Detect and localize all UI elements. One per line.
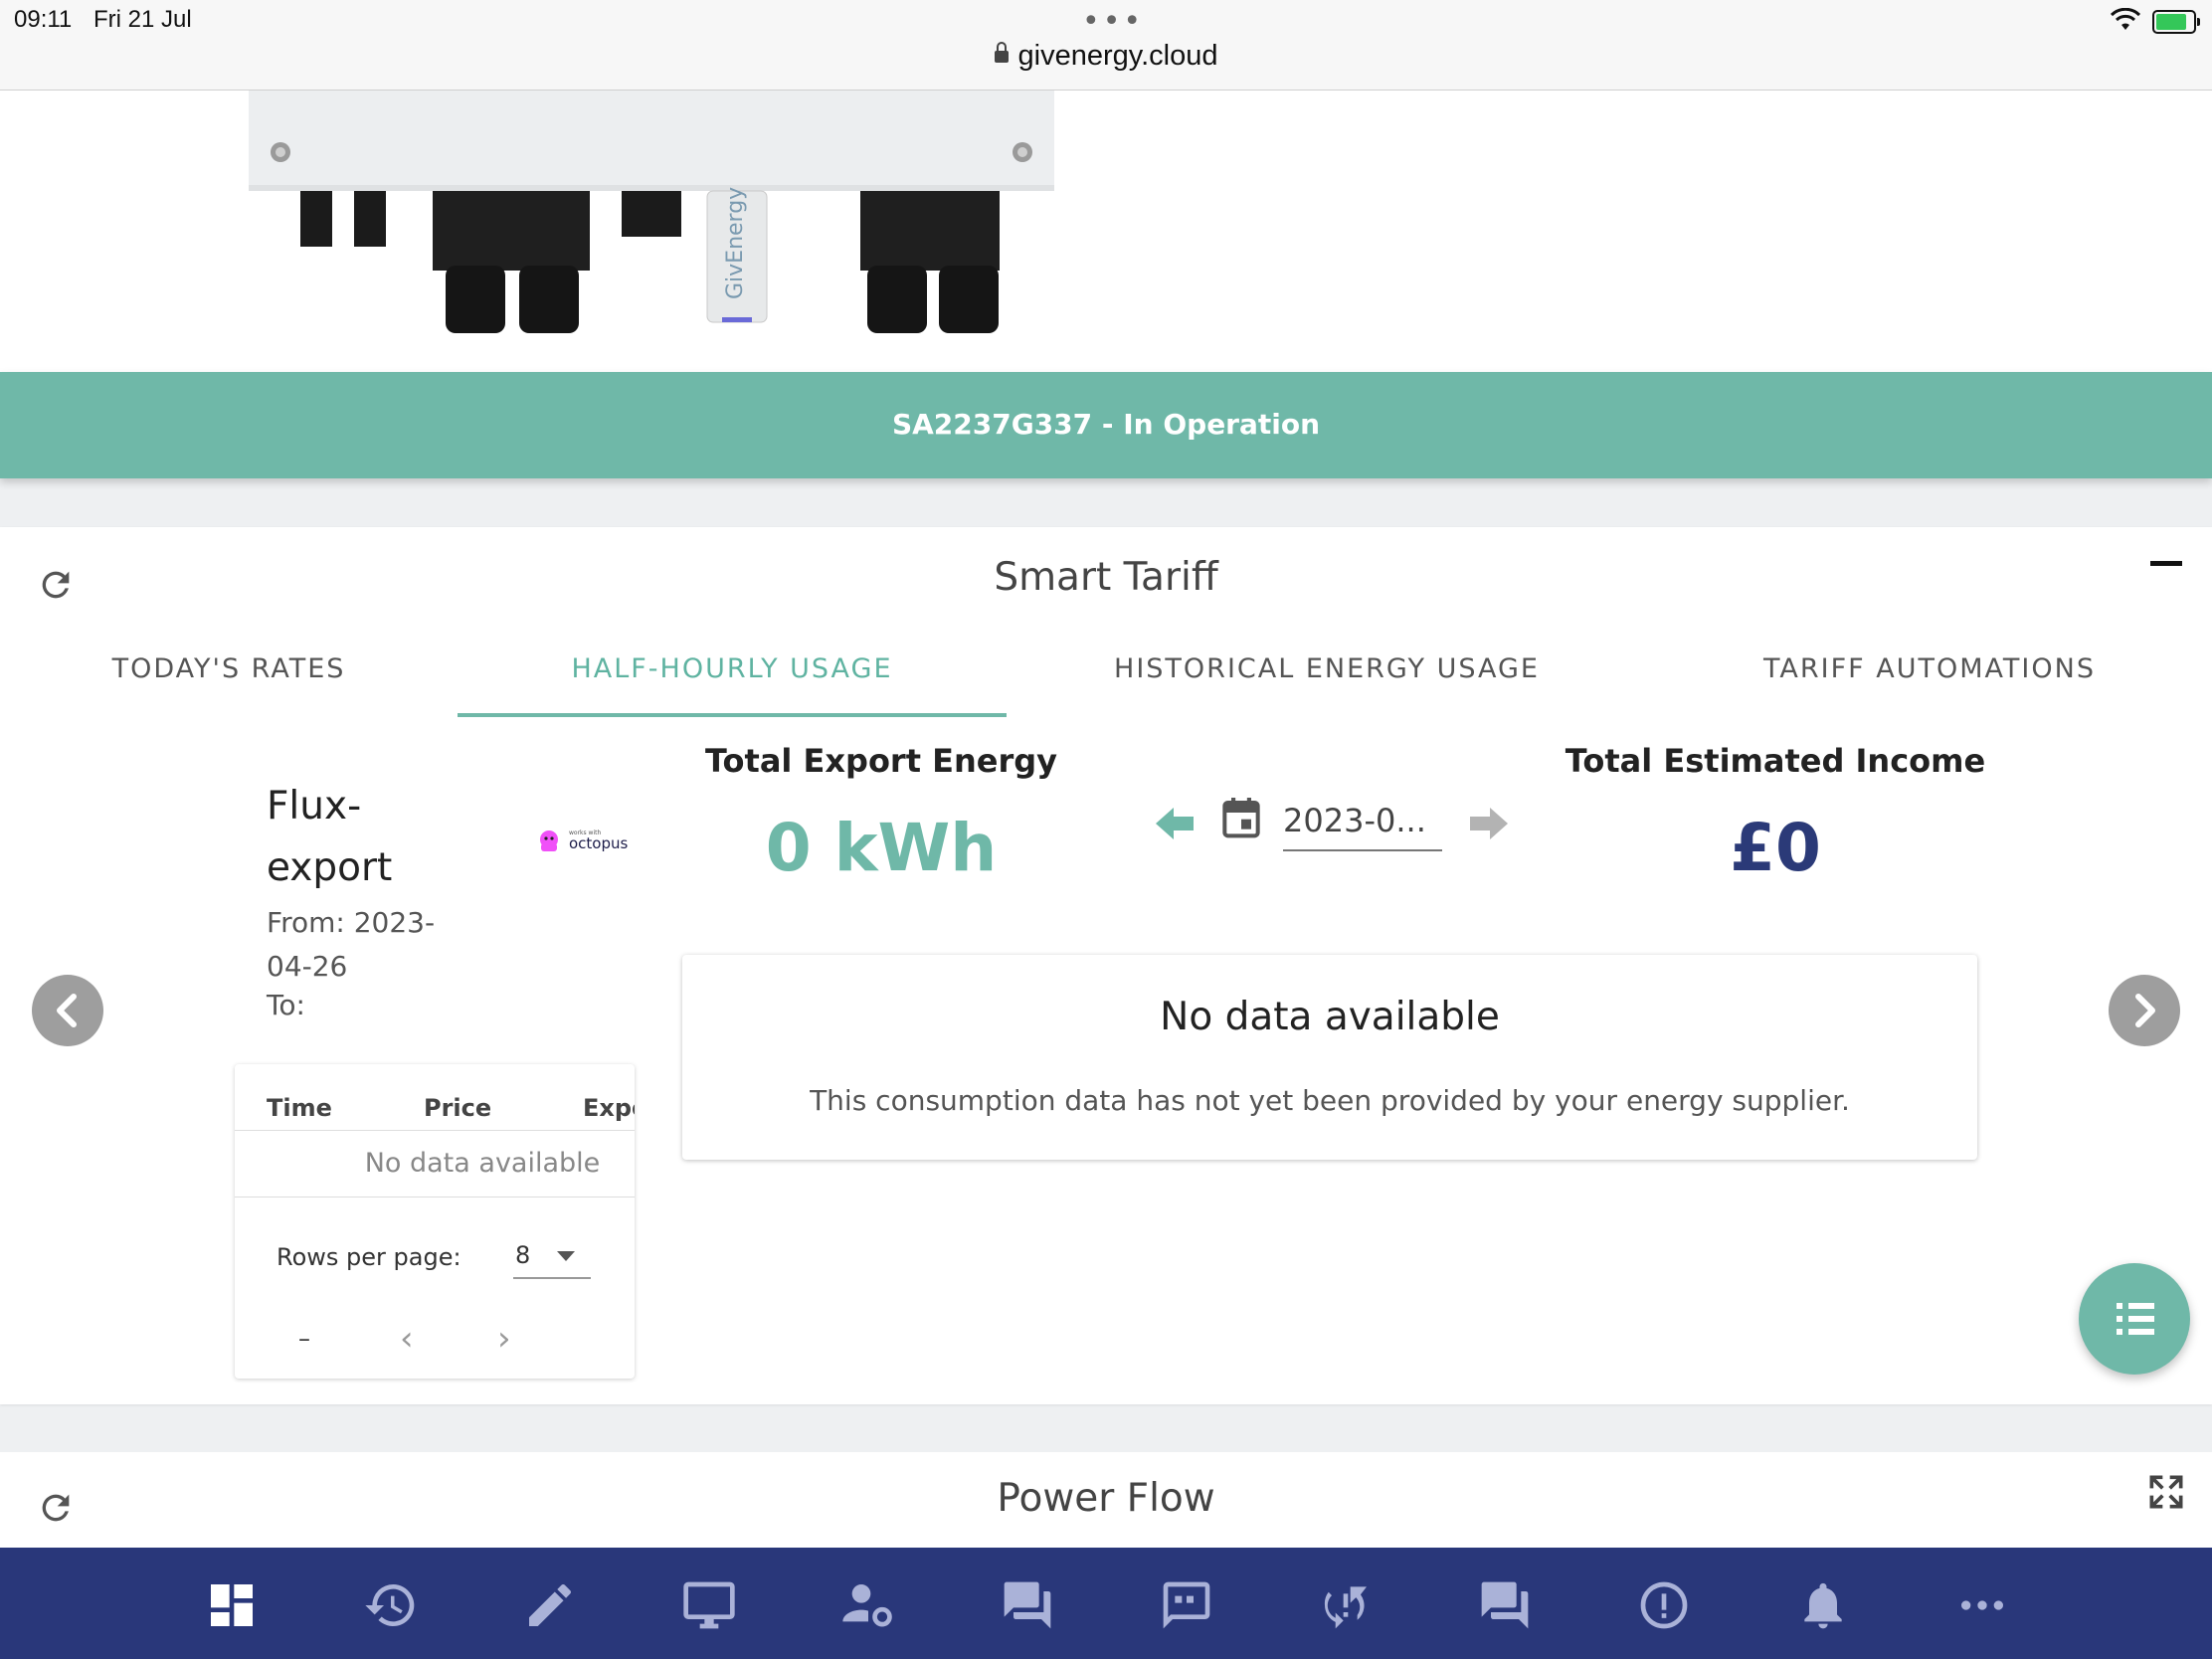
edit-icon[interactable] [522, 1577, 578, 1633]
sync-alert-icon[interactable] [1318, 1577, 1374, 1633]
chevron-left-icon [57, 994, 77, 1027]
clock-date: Fri 21 Jul [93, 6, 192, 33]
fullscreen-icon[interactable] [2144, 1470, 2188, 1514]
lock-icon [994, 42, 1009, 63]
tariff-to-date: To: [267, 989, 305, 1021]
rows-per-page-value: 8 [515, 1241, 531, 1269]
card-title: Smart Tariff [994, 555, 1218, 600]
browser-status-bar: 09:11 Fri 21 Jul ••• givenergy.cloud [0, 0, 2212, 91]
tariff-from-date: From: 2023-04-26 [267, 906, 436, 983]
dongle-label: GivEnergy [723, 187, 748, 299]
smart-tariff-card: Smart Tariff TODAY'S RATES HALF-HOURLY U… [0, 527, 2212, 1404]
rows-per-page-label: Rows per page: [276, 1243, 461, 1271]
history-icon[interactable] [363, 1577, 419, 1633]
device-status-banner: SA2237G337 - In Operation [0, 372, 2212, 478]
forum-icon[interactable] [1000, 1577, 1055, 1633]
total-export-value: 0 kWh [765, 810, 998, 886]
alert-icon[interactable] [1636, 1577, 1692, 1633]
calendar-icon[interactable] [1221, 796, 1261, 839]
faq-icon[interactable] [1477, 1577, 1533, 1633]
collapse-icon[interactable] [2150, 561, 2182, 566]
tab-half-hourly-usage[interactable]: HALF-HOURLY USAGE [458, 653, 1007, 713]
bell-icon[interactable] [1795, 1577, 1851, 1633]
column-header-price[interactable]: Price [424, 1094, 491, 1122]
list-icon [2117, 1303, 2154, 1335]
rates-table: Time Price Expo No data available Rows p… [235, 1064, 635, 1379]
account-settings-icon[interactable] [840, 1577, 896, 1633]
date-picker-input[interactable]: 2023-0... [1283, 798, 1442, 851]
date-value: 2023-0... [1283, 802, 1426, 839]
monitor-icon[interactable] [681, 1577, 737, 1633]
list-menu-fab[interactable] [2079, 1263, 2190, 1375]
divider [235, 1197, 635, 1198]
previous-page-button[interactable]: ‹ [400, 1319, 414, 1359]
page-range-text: – [298, 1325, 310, 1353]
device-status-text: SA2237G337 - In Operation [891, 408, 1321, 441]
tab-tariff-automations[interactable]: TARIFF AUTOMATIONS [1731, 653, 2128, 713]
octopus-logo: works with octopus [540, 830, 629, 852]
tab-todays-rates[interactable]: TODAY'S RATES [60, 653, 398, 713]
feedback-icon[interactable] [1159, 1577, 1214, 1633]
octopus-wordmark: octopus [569, 834, 629, 852]
carousel-next-button[interactable] [2109, 975, 2180, 1046]
tab-more-dots[interactable]: ••• [1082, 4, 1144, 39]
battery-icon [2152, 10, 2200, 34]
wifi-icon [2111, 8, 2140, 30]
dashboard-icon[interactable] [204, 1577, 260, 1633]
no-data-panel: No data available This consumption data … [682, 955, 1977, 1160]
next-date-arrow-icon[interactable] [1468, 806, 1510, 841]
chevron-right-icon [2135, 994, 2155, 1027]
inverter-image: GivEnergy [249, 91, 1054, 333]
bottom-navigation [0, 1548, 2212, 1659]
no-data-message: This consumption data has not yet been p… [810, 1084, 1850, 1117]
rows-per-page-select[interactable]: 8 [513, 1237, 591, 1279]
carousel-previous-button[interactable] [32, 975, 103, 1046]
total-income-label: Total Estimated Income [1565, 742, 1986, 780]
active-tab-indicator [458, 713, 1007, 717]
total-export-label: Total Export Energy [704, 742, 1058, 780]
column-header-export[interactable]: Expo [583, 1094, 635, 1122]
no-data-title: No data available [1160, 995, 1500, 1039]
more-icon[interactable] [1954, 1577, 2010, 1633]
column-header-time[interactable]: Time [267, 1094, 332, 1122]
dropdown-caret-icon [557, 1251, 575, 1261]
table-empty-text: No data available [364, 1148, 601, 1179]
total-income-value: £0 [1730, 810, 1821, 886]
address-bar[interactable]: givenergy.cloud [0, 40, 2212, 73]
tab-historical-energy-usage[interactable]: HISTORICAL ENERGY USAGE [1064, 653, 1589, 713]
url-text[interactable]: givenergy.cloud [1018, 40, 1218, 72]
previous-date-arrow-icon[interactable] [1154, 806, 1196, 841]
next-page-button[interactable]: › [497, 1319, 511, 1359]
clock-time: 09:11 [14, 6, 73, 33]
tariff-name: Flux-export [267, 784, 393, 890]
card-title: Power Flow [997, 1476, 1215, 1521]
divider [235, 1130, 635, 1131]
